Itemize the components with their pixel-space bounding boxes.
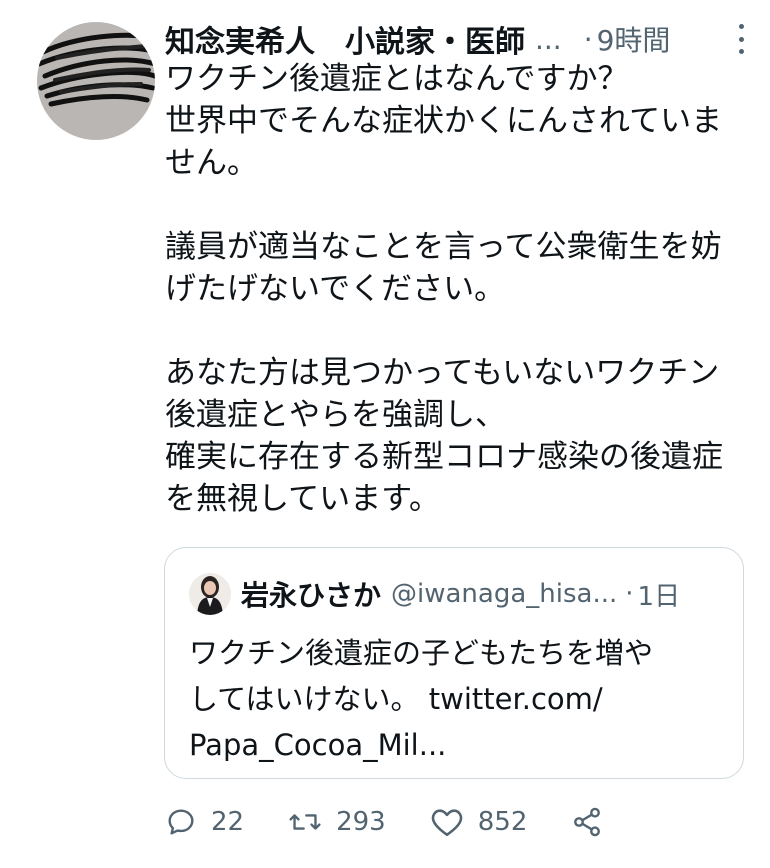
scribble-redaction [37,32,155,107]
quoted-body-line: Papa_Cocoa_Mil... [189,728,447,762]
quoted-tweet-card[interactable]: 岩永ひさか @iwanaga_hisa... · 1日 ワクチン後遺症の子どもた… [164,547,744,779]
quoted-tweet-header: 岩永ひさか @iwanaga_hisa... · 1日 [189,572,680,616]
reply-button[interactable]: 22 [165,806,244,838]
share-button[interactable] [571,806,603,838]
author-name[interactable]: 知念実希人 小説家・医師 [165,17,525,61]
retweet-icon [289,814,321,830]
quoted-header-separator: · [625,579,634,609]
tweet-body: ワクチン後遺症とはなんですか？ 世界中でそんな症状かくにんされていま せん。 議… [165,58,750,520]
retweet-button[interactable]: 293 [288,806,386,838]
reply-count: 22 [211,807,245,837]
quoted-tweet-body: ワクチン後遺症の子どもたちを増や してはいけない。 twitter.com/ P… [189,630,719,768]
retweet-count: 293 [336,807,386,837]
body-line: 確実に存在する新型コロナ感染の後遺症 [165,439,723,475]
tweet: 知念実希人 小説家・医師 ... · 9時間 ワクチン後遺症とはなんですか？ 世… [0,0,770,868]
body-line: ワクチン後遺症とはなんですか？ [165,61,629,97]
body-blank-line [165,184,750,226]
quoted-author-avatar[interactable] [189,573,231,615]
quoted-body-line: ワクチン後遺症の子どもたちを増や [189,636,654,670]
person-icon [189,573,231,615]
author-avatar[interactable] [37,22,155,140]
body-line: を無視しています。 [165,481,440,517]
body-line: 世界中でそんな症状かくにんされていま [165,103,723,139]
more-icon[interactable] [734,24,748,54]
heart-icon [431,809,462,837]
share-icon [574,807,601,837]
quoted-author-name[interactable]: 岩永ひさか [241,574,381,614]
quoted-body-line: してはいけない。 twitter.com/ [189,682,603,716]
tweet-header: 知念実希人 小説家・医師 ... · 9時間 [165,14,745,64]
quoted-tweet-timestamp[interactable]: 1日 [638,576,681,613]
body-line: 後遺症とやらを強調し、 [165,397,506,433]
reply-icon [168,809,194,835]
header-separator: · [583,22,593,56]
like-button[interactable]: 852 [430,806,528,838]
body-line: 議員が適当なことを言って公衆衛生を妨 [165,229,722,265]
like-count: 852 [477,807,528,837]
body-line: せん。 [165,145,258,181]
tweet-actions: 22 293 852 [165,800,603,844]
body-blank-line [165,310,750,352]
author-name-ellipsis: ... [535,22,562,56]
quoted-author-handle[interactable]: @iwanaga_hisa... [391,579,617,609]
body-line: あなた方は見つかってもいないワクチン [165,355,720,391]
tweet-timestamp[interactable]: 9時間 [597,19,671,59]
body-line: げたげないでください。 [165,271,506,307]
